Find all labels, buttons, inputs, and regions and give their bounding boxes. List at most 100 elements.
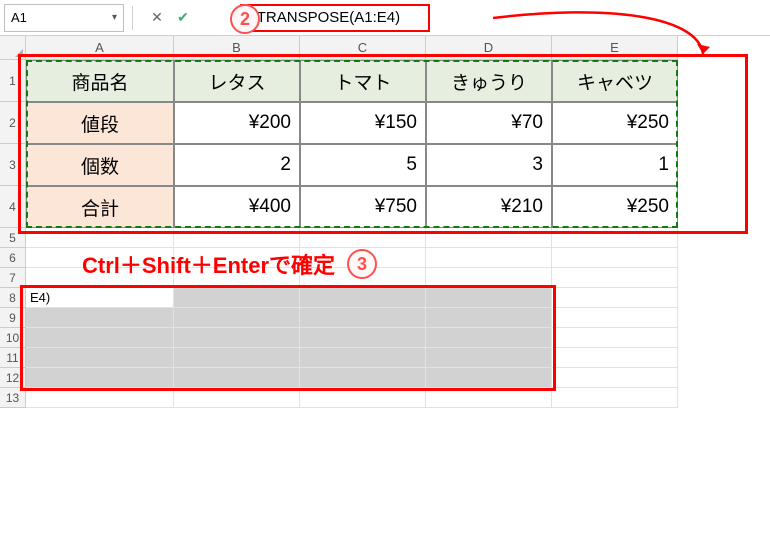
col-header[interactable]: A [26,36,174,60]
selected-cell[interactable] [300,368,426,388]
selected-cell[interactable] [26,348,174,368]
empty-cell[interactable] [552,348,678,368]
selected-cell[interactable] [426,288,552,308]
selected-cell[interactable] [426,348,552,368]
row-label-cell[interactable]: 合計 [26,186,174,228]
selected-cell[interactable] [174,288,300,308]
row-header[interactable]: 8 [0,288,26,308]
table-header-cell[interactable]: トマト [300,60,426,102]
grid-row: 13 [0,388,770,408]
row-header[interactable]: 7 [0,268,26,288]
empty-cell[interactable] [300,228,426,248]
row-header[interactable]: 2 [0,102,26,144]
formula-text: =TRANSPOSE(A1:E4) [248,9,400,26]
selected-cell[interactable] [426,328,552,348]
data-cell[interactable]: ¥150 [300,102,426,144]
row-header[interactable]: 1 [0,60,26,102]
empty-cell[interactable] [552,388,678,408]
row-header[interactable]: 12 [0,368,26,388]
empty-cell[interactable] [552,268,678,288]
data-cell[interactable]: ¥750 [300,186,426,228]
row-header[interactable]: 11 [0,348,26,368]
active-editing-cell[interactable]: E4) [26,288,174,308]
step-badge-2: 2 [230,4,260,34]
data-cell[interactable]: ¥70 [426,102,552,144]
data-cell[interactable]: 1 [552,144,678,186]
grid-row: 11 [0,348,770,368]
data-cell[interactable]: ¥250 [552,102,678,144]
selected-cell[interactable] [426,308,552,328]
grid-row: 10 [0,328,770,348]
table-row: 3 個数 2 5 3 1 [0,144,770,186]
spreadsheet: A B C D E 1 商品名 レタス トマト きゅうり キャベツ 2 値段 ¥… [0,36,770,408]
row-header[interactable]: 4 [0,186,26,228]
empty-cell[interactable] [426,268,552,288]
select-all-corner[interactable] [0,36,26,60]
empty-cell[interactable] [174,388,300,408]
selected-cell[interactable] [426,368,552,388]
empty-cell[interactable] [552,288,678,308]
empty-cell[interactable] [552,228,678,248]
instruction-text: Ctrl＋Shift＋Enterで確定 [82,248,335,280]
data-cell[interactable]: ¥210 [426,186,552,228]
table-header-cell[interactable]: キャベツ [552,60,678,102]
empty-cell[interactable] [300,388,426,408]
empty-cell[interactable] [552,248,678,268]
empty-cell[interactable] [426,228,552,248]
formula-bar: A1 ▾ ✕ ✔ 2 =TRANSPOSE(A1:E4) [0,0,770,36]
empty-cell[interactable] [552,308,678,328]
empty-cell[interactable] [426,388,552,408]
table-header-cell[interactable]: レタス [174,60,300,102]
col-header[interactable]: B [174,36,300,60]
separator [132,6,136,30]
empty-cell[interactable] [426,248,552,268]
data-cell[interactable]: ¥200 [174,102,300,144]
chevron-down-icon[interactable]: ▾ [112,12,117,23]
row-header[interactable]: 3 [0,144,26,186]
selected-cell[interactable] [26,368,174,388]
selected-cell[interactable] [300,348,426,368]
row-header[interactable]: 6 [0,248,26,268]
formula-input[interactable]: =TRANSPOSE(A1:E4) [240,4,430,32]
empty-cell[interactable] [26,388,174,408]
column-headers: A B C D E [26,36,770,60]
empty-cell[interactable] [174,228,300,248]
empty-cell[interactable] [552,328,678,348]
selected-cell[interactable] [26,308,174,328]
col-header[interactable]: D [426,36,552,60]
row-header[interactable]: 10 [0,328,26,348]
data-cell[interactable]: 5 [300,144,426,186]
data-cell[interactable]: ¥250 [552,186,678,228]
table-header-cell[interactable]: 商品名 [26,60,174,102]
selected-cell[interactable] [300,288,426,308]
selected-cell[interactable] [174,348,300,368]
row-header[interactable]: 5 [0,228,26,248]
table-row: 1 商品名 レタス トマト きゅうり キャベツ [0,60,770,102]
table-header-cell[interactable]: きゅうり [426,60,552,102]
grid-row: 9 [0,308,770,328]
empty-cell[interactable] [552,368,678,388]
step-badge-3: 3 [347,249,377,279]
selected-cell[interactable] [300,308,426,328]
selected-cell[interactable] [300,328,426,348]
data-cell[interactable]: ¥400 [174,186,300,228]
name-box[interactable]: A1 ▾ [4,4,124,32]
selected-cell[interactable] [174,308,300,328]
col-header[interactable]: E [552,36,678,60]
selected-cell[interactable] [174,328,300,348]
selected-cell[interactable] [174,368,300,388]
selected-cell[interactable] [26,328,174,348]
check-icon[interactable]: ✔ [170,5,196,31]
row-label-cell[interactable]: 値段 [26,102,174,144]
table-row: 2 値段 ¥200 ¥150 ¥70 ¥250 [0,102,770,144]
col-header[interactable]: C [300,36,426,60]
row-label-cell[interactable]: 個数 [26,144,174,186]
cancel-icon[interactable]: ✕ [144,5,170,31]
empty-cell[interactable] [26,228,174,248]
data-cell[interactable]: 2 [174,144,300,186]
row-header[interactable]: 13 [0,388,26,408]
data-cell[interactable]: 3 [426,144,552,186]
row-header[interactable]: 9 [0,308,26,328]
grid-body: 1 商品名 レタス トマト きゅうり キャベツ 2 値段 ¥200 ¥150 ¥… [0,60,770,408]
instruction-annotation: Ctrl＋Shift＋Enterで確定 3 [82,248,377,280]
